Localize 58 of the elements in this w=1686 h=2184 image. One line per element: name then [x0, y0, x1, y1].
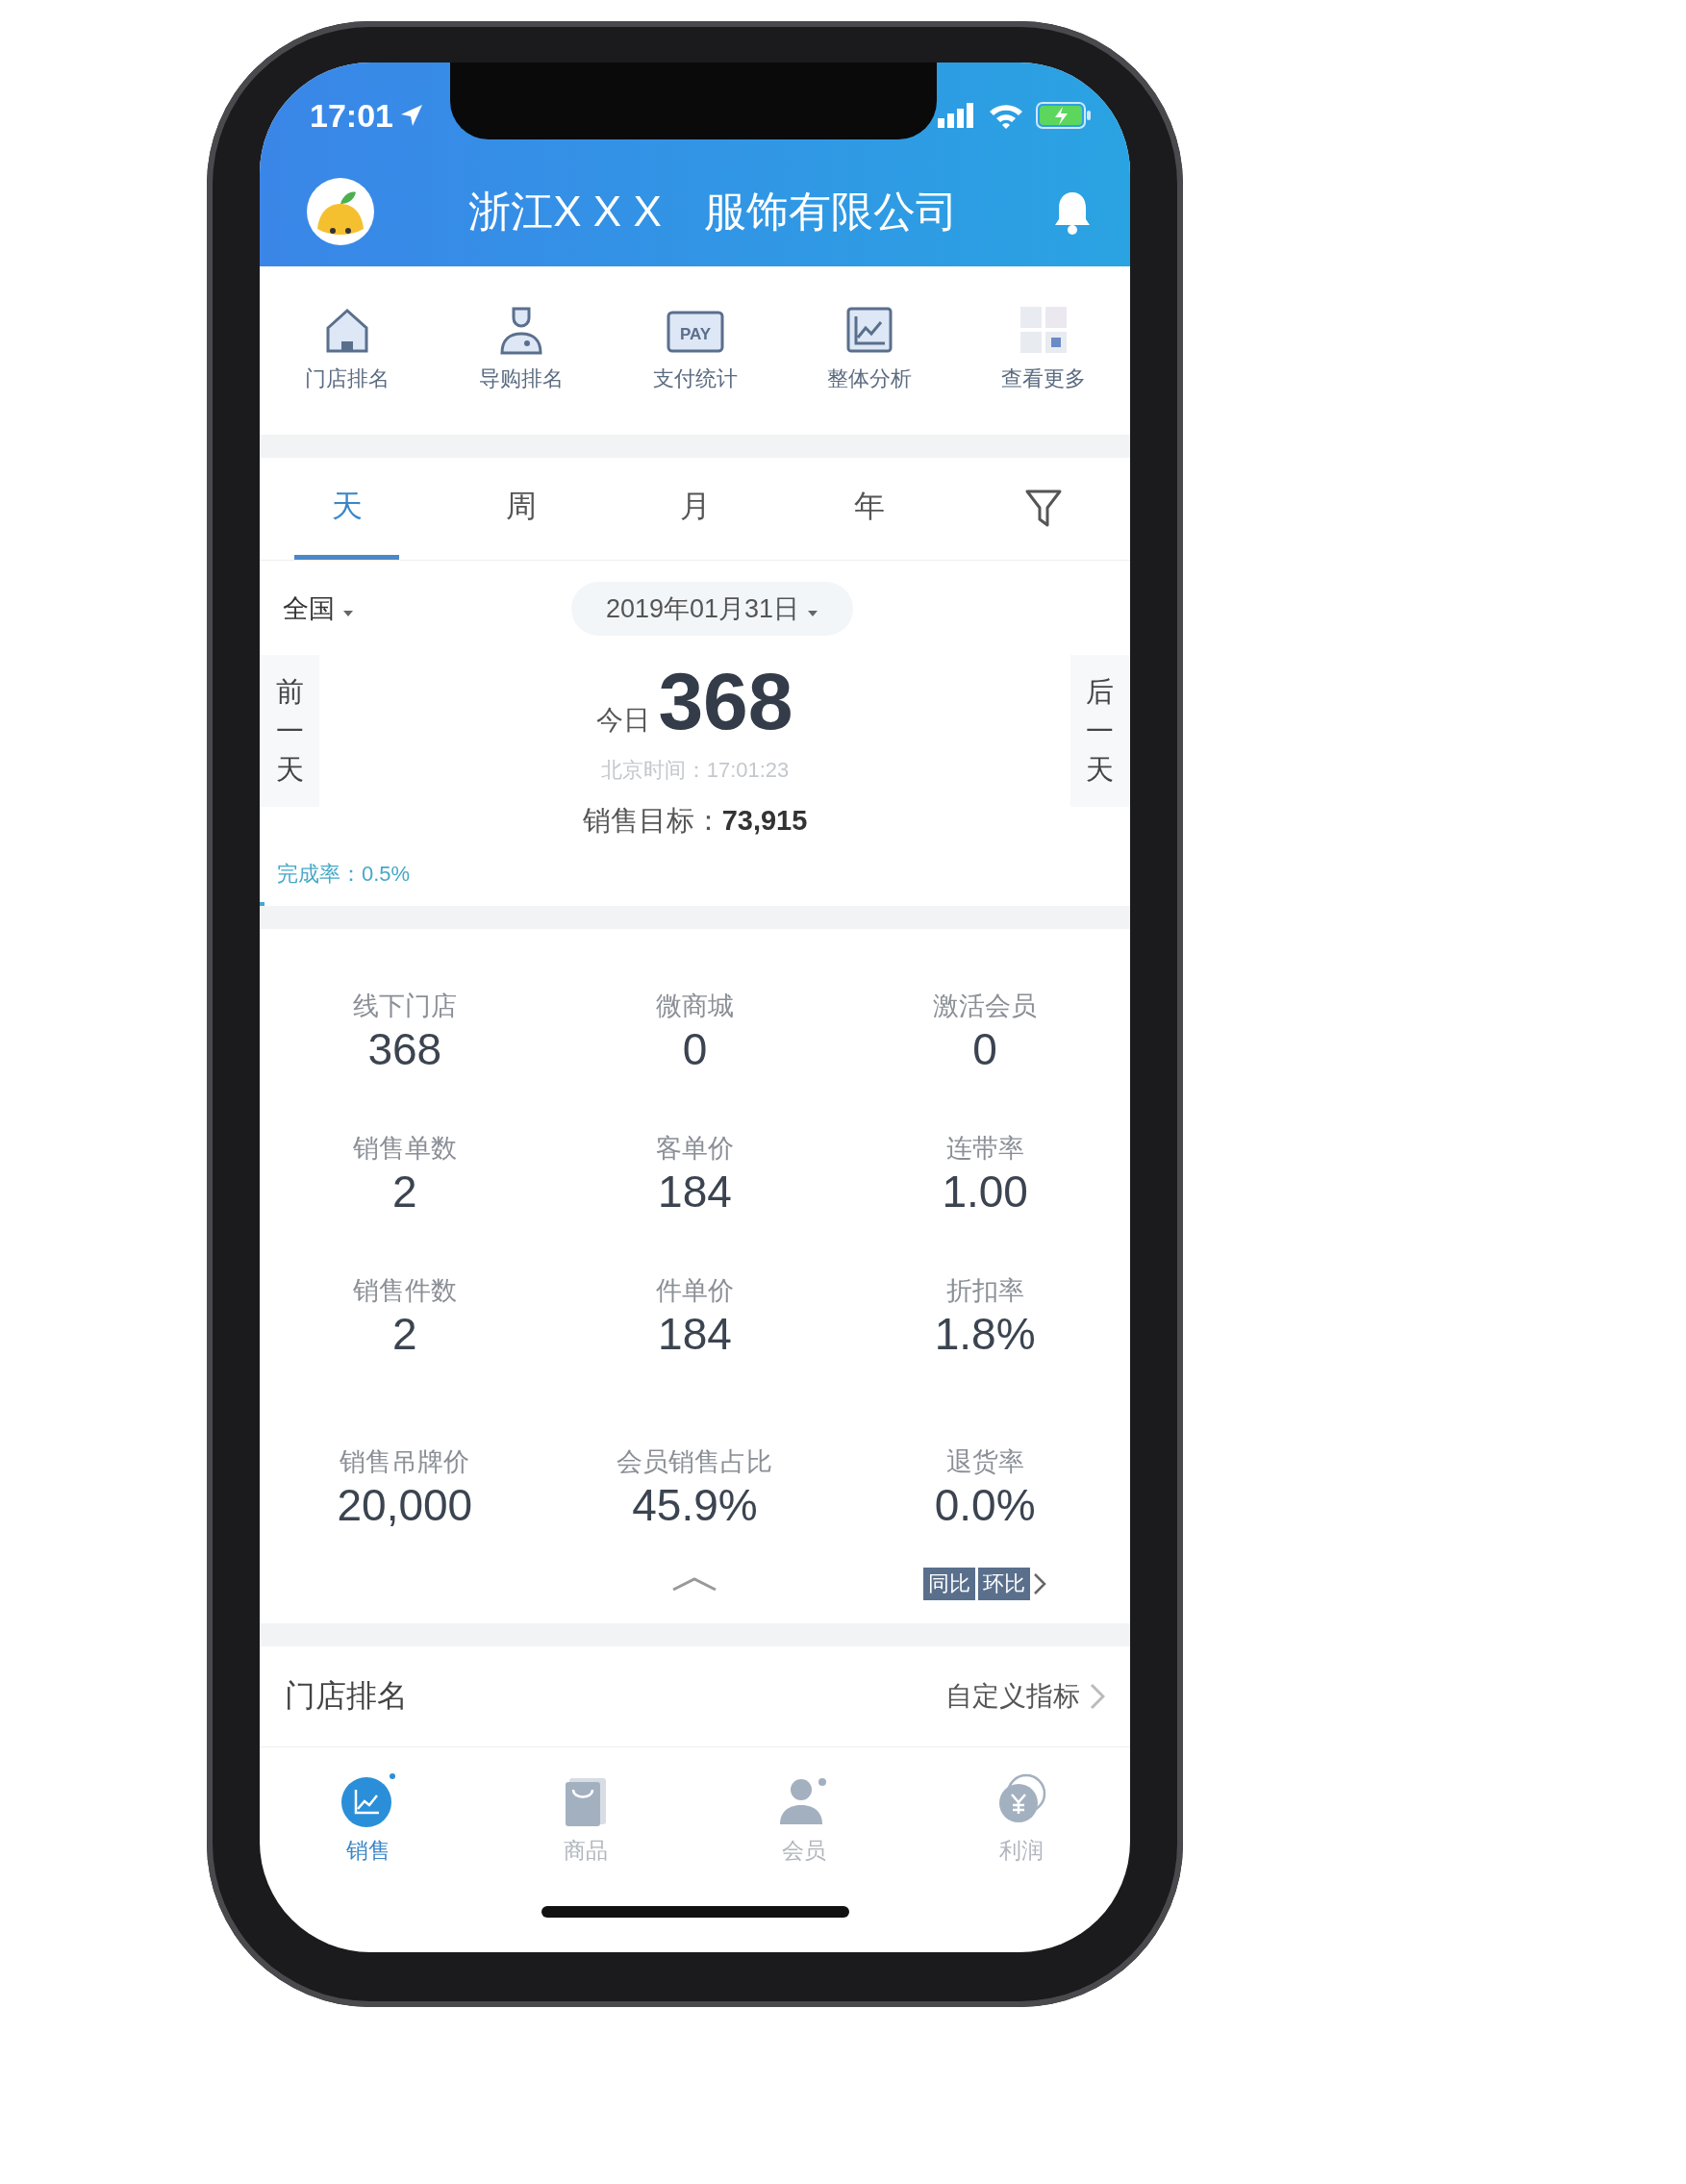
stat-value: 2: [392, 1308, 417, 1360]
period-tab[interactable]: 月: [642, 458, 747, 560]
stat-label: 销售件数: [352, 1275, 457, 1307]
company-title: 浙江X X X 服饰有限公司: [467, 186, 959, 237]
stat-value: 0.0%: [934, 1479, 1036, 1531]
next-day-button[interactable]: 后一天: [1070, 655, 1130, 807]
period-tab[interactable]: 周: [468, 458, 573, 560]
stat-label: 客单价: [656, 1133, 734, 1165]
stat-label: 件单价: [656, 1275, 734, 1307]
custom-metrics-link[interactable]: 自定义指标: [945, 1678, 1105, 1715]
stat-label: 销售吊牌价: [340, 1446, 470, 1478]
stat-label: 折扣率: [945, 1275, 1024, 1307]
stat-value: 0: [972, 1023, 997, 1075]
completion-rate: 完成率：0.5%: [276, 861, 412, 888]
compare-toggle[interactable]: 环比: [978, 1568, 1031, 1600]
stat-label: 连带率: [945, 1133, 1024, 1165]
region-dropdown[interactable]: 全国: [283, 591, 571, 626]
shortcut-button[interactable]: 导购排名: [434, 303, 608, 410]
date-picker[interactable]: 2019年01月31日: [571, 582, 853, 636]
period-tab[interactable]: 年: [817, 458, 921, 560]
stat-value: 0: [682, 1023, 708, 1075]
bottom-nav-tab[interactable]: 销售: [260, 1770, 478, 1866]
chevron-right-icon: [1090, 1683, 1105, 1710]
section-title: 门店排名: [285, 1677, 408, 1715]
shortcut-button[interactable]: 门店排名: [260, 303, 434, 410]
stat-label: 销售单数: [352, 1133, 457, 1165]
shortcut-button[interactable]: 查看更多: [956, 303, 1130, 410]
caret-icon: [341, 610, 354, 617]
stat-label: 退货率: [945, 1446, 1024, 1478]
stat-value: 20,000: [337, 1479, 473, 1531]
status-time: 17:01: [310, 96, 424, 135]
caret-icon: [806, 610, 818, 617]
stat-label: 会员销售占比: [617, 1446, 773, 1478]
chevron-right-icon[interactable]: [1033, 1572, 1047, 1595]
previous-day-button[interactable]: 前一天: [260, 655, 319, 807]
signal-icon: [938, 103, 976, 128]
wifi-icon: [988, 102, 1024, 129]
filter-icon[interactable]: [1023, 489, 1063, 529]
shortcut-button[interactable]: 整体分析: [782, 303, 956, 410]
stat-value: 1.00: [942, 1166, 1028, 1218]
stat-label: 线下门店: [352, 991, 457, 1022]
stat-value: 368: [367, 1023, 442, 1075]
stat-value: 184: [658, 1166, 732, 1218]
beijing-time: 北京时间：17:01:23: [600, 757, 790, 784]
sales-target: 销售目标：73,915: [582, 804, 808, 838]
stat-value: 184: [658, 1308, 732, 1360]
period-tab[interactable]: 天: [294, 458, 399, 560]
today-sales-value: 368: [658, 655, 793, 748]
stat-label: 激活会员: [933, 991, 1038, 1022]
shortcut-button[interactable]: PAY 支付统计: [608, 303, 782, 410]
avatar-mascot-icon[interactable]: [306, 177, 375, 246]
stat-value: 2: [392, 1166, 417, 1218]
compare-toggle[interactable]: 同比: [923, 1568, 976, 1600]
stat-value: 45.9%: [632, 1479, 758, 1531]
stat-value: 1.8%: [934, 1308, 1036, 1360]
today-label: 今日: [596, 704, 651, 737]
stat-label: 微商城: [656, 991, 734, 1022]
battery-icon: [1036, 102, 1092, 129]
